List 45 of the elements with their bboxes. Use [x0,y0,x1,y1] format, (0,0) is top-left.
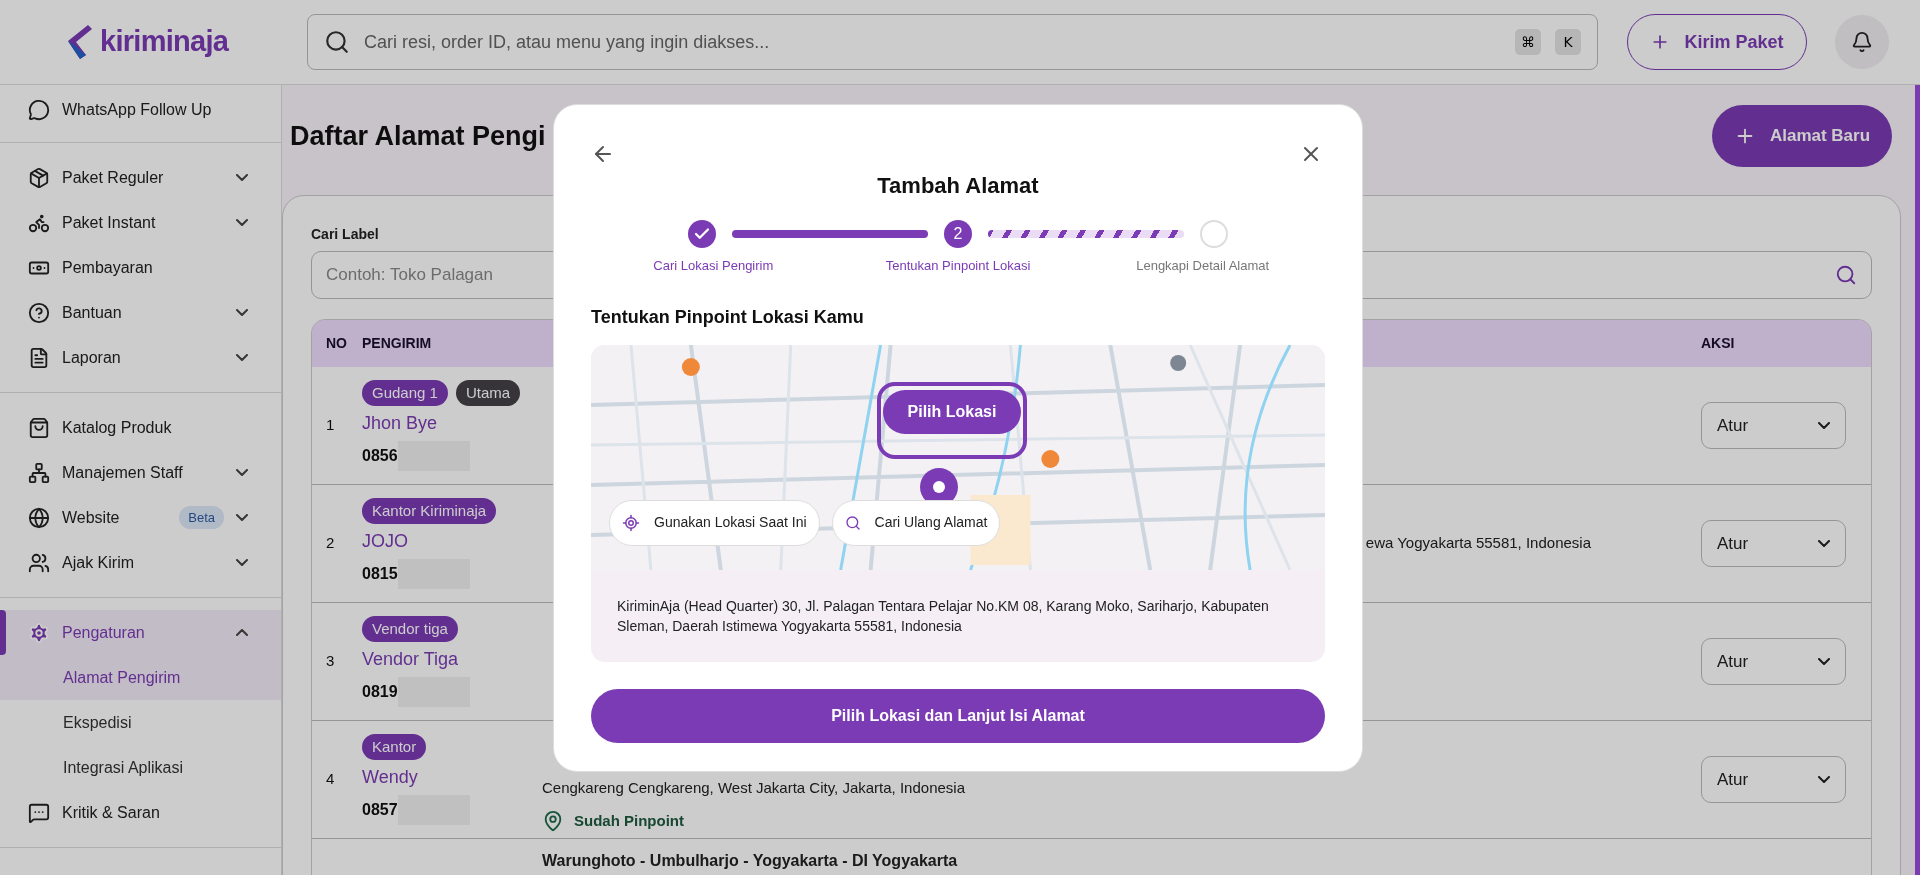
column-header: AKSI [1701,334,1736,353]
sidebar-label: Bantuan [62,302,123,323]
sidebar-label: Pengaturan [62,622,146,643]
dialog-title: Tambah Alamat [876,172,1040,200]
row-number: 3 [325,651,336,672]
step-label: Lengkapi Detail Alamat [1135,257,1271,275]
phone-number: 0815 [362,564,398,585]
row-number: 1 [325,415,336,436]
shortcut-key: ⌘ [1515,29,1541,55]
sidebar-label: Pembayaran [62,257,154,278]
page-title: Daftar Alamat Pengi [290,119,546,153]
sidebar-label: Paket Reguler [62,167,165,188]
pinpoint-status: Sudah Pinpoint [574,810,684,831]
filter-label: Cari Label [311,225,379,244]
column-header: NO [325,334,348,353]
step-number: 2 [944,220,972,248]
address-text: Warunghoto - Umbulharjo - Yogyakarta - DI Yogyakarta [542,851,958,871]
section-title: Tentukan Pinpoint Lokasi Kamu [591,305,865,329]
step-label: Tentukan Pinpoint Lokasi [884,257,1032,275]
sidebar-label: Paket Instant [62,212,157,233]
selected-address: KiriminAja (Head Quarter) 30, Jl. Palagan Tentara Pelajar No.KM 08, Karang Moko, Sariharjo, Kabupaten Sleman, Daerah Istimewa Yogyakarta 55581, Indonesia [616,596,1270,636]
sender-tag: Kantor [362,733,427,761]
sidebar-label: WhatsApp Follow Up [62,99,213,120]
sidebar-label: Katalog Produk [62,417,173,438]
sender-tag: Utama [455,379,521,407]
address-text: Cengkareng Cengkareng, West Jakarta City, Jakarta, Indonesia [542,778,965,798]
sidebar-label: Website [62,507,121,528]
row-number: 4 [325,769,336,790]
sender-tag: Kantor Kiriminaja [362,497,497,525]
sidebar-label: Laporan [62,347,122,368]
sidebar-label: Ajak Kirim [62,552,135,573]
address-text: ewa Yogyakarta 55581, Indonesia [1365,533,1591,554]
sender-tag: Gudang 1 [362,379,448,407]
step-label: Cari Lokasi Pengirim [652,257,775,275]
sender-tag: Vendor tiga [362,615,458,643]
phone-number: 0856 [362,446,398,467]
phone-number: 0819 [362,682,398,703]
row-number: 2 [325,533,336,554]
beta-badge: Beta [179,505,224,530]
sidebar-label: Kritik & Saran [62,802,161,823]
logo-text: kiriminaja [100,24,229,60]
shortcut-key: K [1555,29,1581,55]
sidebar-label: Manajemen Staff [62,462,184,483]
phone-number: 0857 [362,800,398,821]
column-header: PENGIRIM [362,334,433,353]
